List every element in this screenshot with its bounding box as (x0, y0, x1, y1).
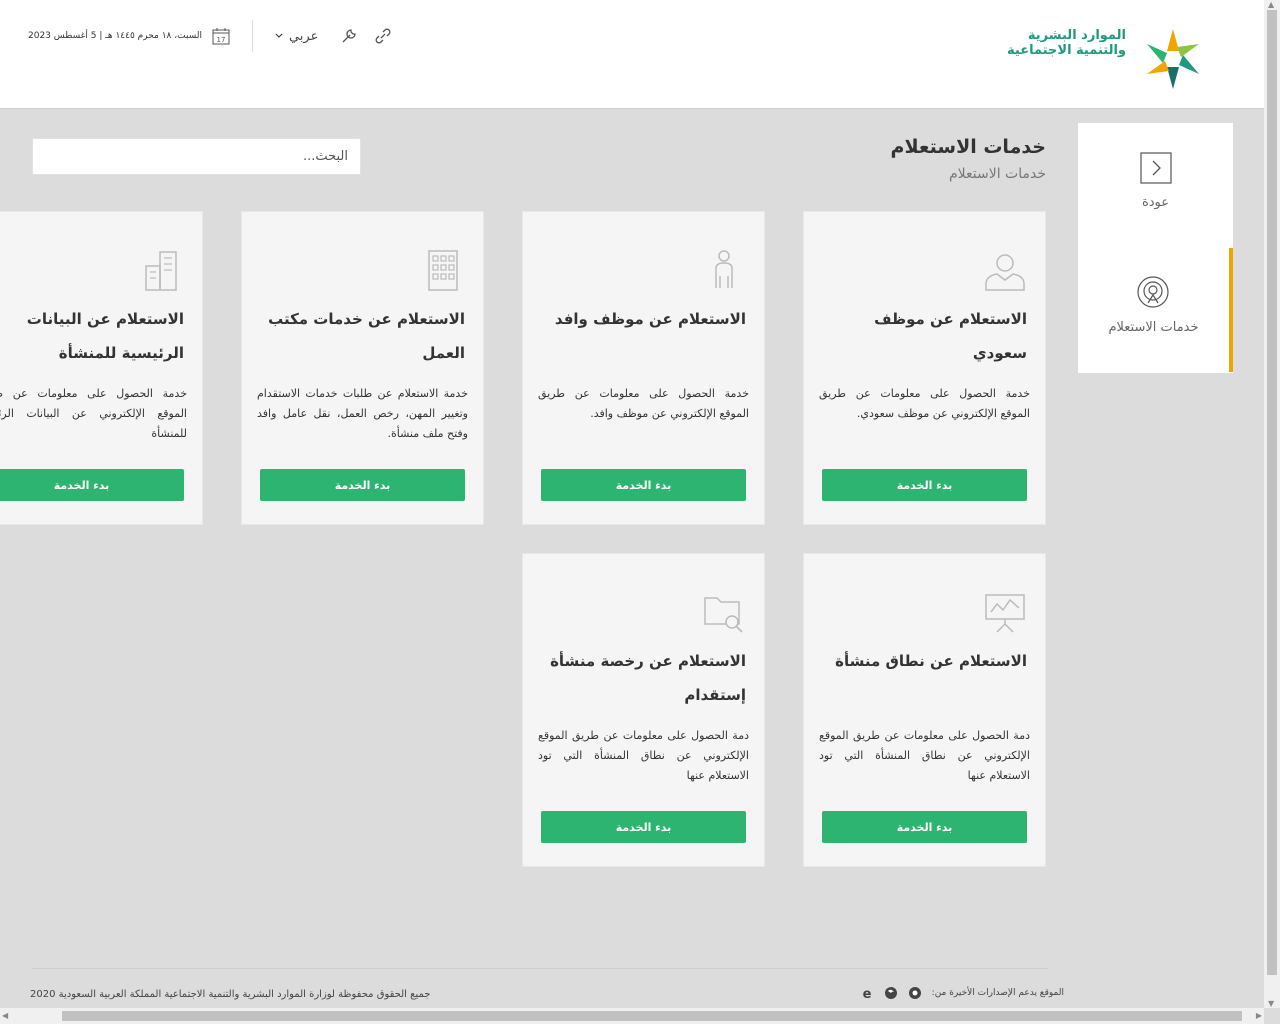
vertical-scrollbar[interactable]: ▲ ▼ (1264, 0, 1280, 1008)
language-selector[interactable]: عربي (275, 29, 318, 44)
search-input[interactable] (33, 139, 360, 174)
service-card: الاستعلام عن موظف سعودي خدمة الحصول على … (803, 211, 1046, 525)
service-description: خدمة الحصول على معلومات عن طريق الموقع ا… (538, 387, 749, 420)
service-title: الاستعلام عن البيانات الرئيسية للمنشأة (26, 310, 184, 362)
header-tools: السبت، ١٨ محرم ١٤٤٥ هـ | 5 أغسطس 2023 17… (28, 20, 392, 52)
service-title: الاستعلام عن نطاق منشأة (835, 652, 1027, 670)
wrench-icon (342, 29, 357, 43)
scroll-left-icon[interactable]: ◀ (2, 1011, 8, 1020)
service-title: الاستعلام عن موظف سعودي (874, 310, 1027, 362)
chevron-right-icon (1139, 152, 1172, 184)
presentation-chart-icon (985, 594, 1025, 633)
side-panel: عودة خدمات الاستعلام (1078, 123, 1233, 373)
start-service-button[interactable]: بدء الخدمة (260, 469, 465, 501)
service-title: الاستعلام عن خدمات مكتب العمل (268, 310, 465, 362)
service-title: الاستعلام عن رخصة منشأة إستقدام (550, 652, 746, 704)
supported-browsers-text: الموقع يدعم الإصدارات الأخيرة من: (931, 988, 1064, 998)
service-title: الاستعلام عن موظف وافد (554, 310, 746, 328)
copyright-text: جميع الحقوق محفوظة لوزارة الموارد البشري… (30, 989, 431, 1000)
service-card: الاستعلام عن نطاق منشأة دمة الحصول على م… (803, 553, 1046, 867)
search-box (32, 138, 361, 175)
building-icon (428, 250, 458, 291)
start-service-button[interactable]: بدء الخدمة (822, 469, 1027, 501)
scroll-down-icon[interactable]: ▼ (1268, 999, 1274, 1008)
start-service-button[interactable]: بدء الخدمة (0, 469, 184, 501)
footer-divider (32, 968, 1048, 969)
supported-browsers: الموقع يدعم الإصدارات الأخيرة من: e (860, 986, 1064, 1000)
service-description: دمة الحصول على معلومات عن طريق الموقع ال… (819, 729, 1030, 782)
chevron-down-icon (275, 33, 283, 38)
horizontal-scrollbar[interactable]: ◀ ▶ (0, 1008, 1264, 1024)
service-description: خدمة الحصول على معلومات عن طريق الموقع ا… (819, 387, 1030, 420)
service-card: الاستعلام عن رخصة منشأة إستقدام دمة الحص… (522, 553, 765, 867)
chrome-icon (908, 987, 921, 999)
link-button[interactable] (374, 27, 392, 45)
folder-search-icon (704, 597, 743, 633)
vertical-scroll-thumb[interactable] (1267, 10, 1277, 975)
scroll-up-icon[interactable]: ▲ (1268, 0, 1274, 9)
service-description: خدمة الاستعلام عن طلبات خدمات الاستقدام … (257, 387, 468, 440)
start-service-button[interactable]: بدء الخدمة (822, 811, 1027, 843)
service-card: الاستعلام عن خدمات مكتب العمل خدمة الاست… (241, 211, 484, 525)
settings-tool-button[interactable] (340, 27, 358, 45)
start-service-button[interactable]: بدء الخدمة (541, 469, 746, 501)
firefox-icon (884, 987, 897, 999)
logo-star-icon (1147, 29, 1199, 89)
broadcast-icon (1137, 276, 1169, 308)
start-service-button[interactable]: بدء الخدمة (541, 811, 746, 843)
link-icon (375, 28, 391, 44)
breadcrumb: خدمات الاستعلام (948, 166, 1046, 182)
back-button[interactable]: عودة (1078, 123, 1233, 247)
calendar-icon: 17 (212, 28, 230, 45)
date-text: السبت، ١٨ محرم ١٤٤٥ هـ | 5 أغسطس 2023 (28, 31, 202, 41)
buildings-icon (145, 251, 177, 291)
header: الموارد البشرية والتنمية الاجتماعية السب… (0, 0, 1264, 109)
page-title: خدمات الاستعلام (890, 136, 1046, 158)
service-card: الاستعلام عن موظف وافد خدمة الحصول على م… (522, 211, 765, 525)
scroll-right-icon[interactable]: ▶ (1256, 1011, 1262, 1020)
internet-explorer-icon: e (862, 987, 871, 1000)
service-description: خدمة الحصول على معلومات عن طريق الموقع ا… (0, 387, 187, 440)
sidebar-item-inquiry-services[interactable]: خدمات الاستعلام (1078, 248, 1233, 372)
language-label: عربي (288, 28, 319, 44)
logo-text: الموارد البشرية والتنمية الاجتماعية (1007, 28, 1126, 58)
ministry-logo[interactable]: الموارد البشرية والتنمية الاجتماعية (1006, 28, 1206, 92)
sidebar-item-label: خدمات الاستعلام (1108, 320, 1199, 335)
back-label: عودة (1141, 195, 1170, 210)
user-icon (985, 254, 1025, 291)
header-divider (251, 20, 253, 52)
svg-text:e: e (862, 987, 871, 1000)
person-icon (715, 250, 733, 288)
logo-line-1: الموارد البشرية (1027, 28, 1126, 43)
calendar-day: 17 (217, 36, 226, 44)
service-description: دمة الحصول على معلومات عن طريق الموقع ال… (538, 729, 749, 782)
logo-line-2: والتنمية الاجتماعية (1007, 43, 1126, 58)
service-card: الاستعلام عن البيانات الرئيسية للمنشأة خ… (0, 211, 203, 525)
horizontal-scroll-thumb[interactable] (62, 1011, 1242, 1021)
